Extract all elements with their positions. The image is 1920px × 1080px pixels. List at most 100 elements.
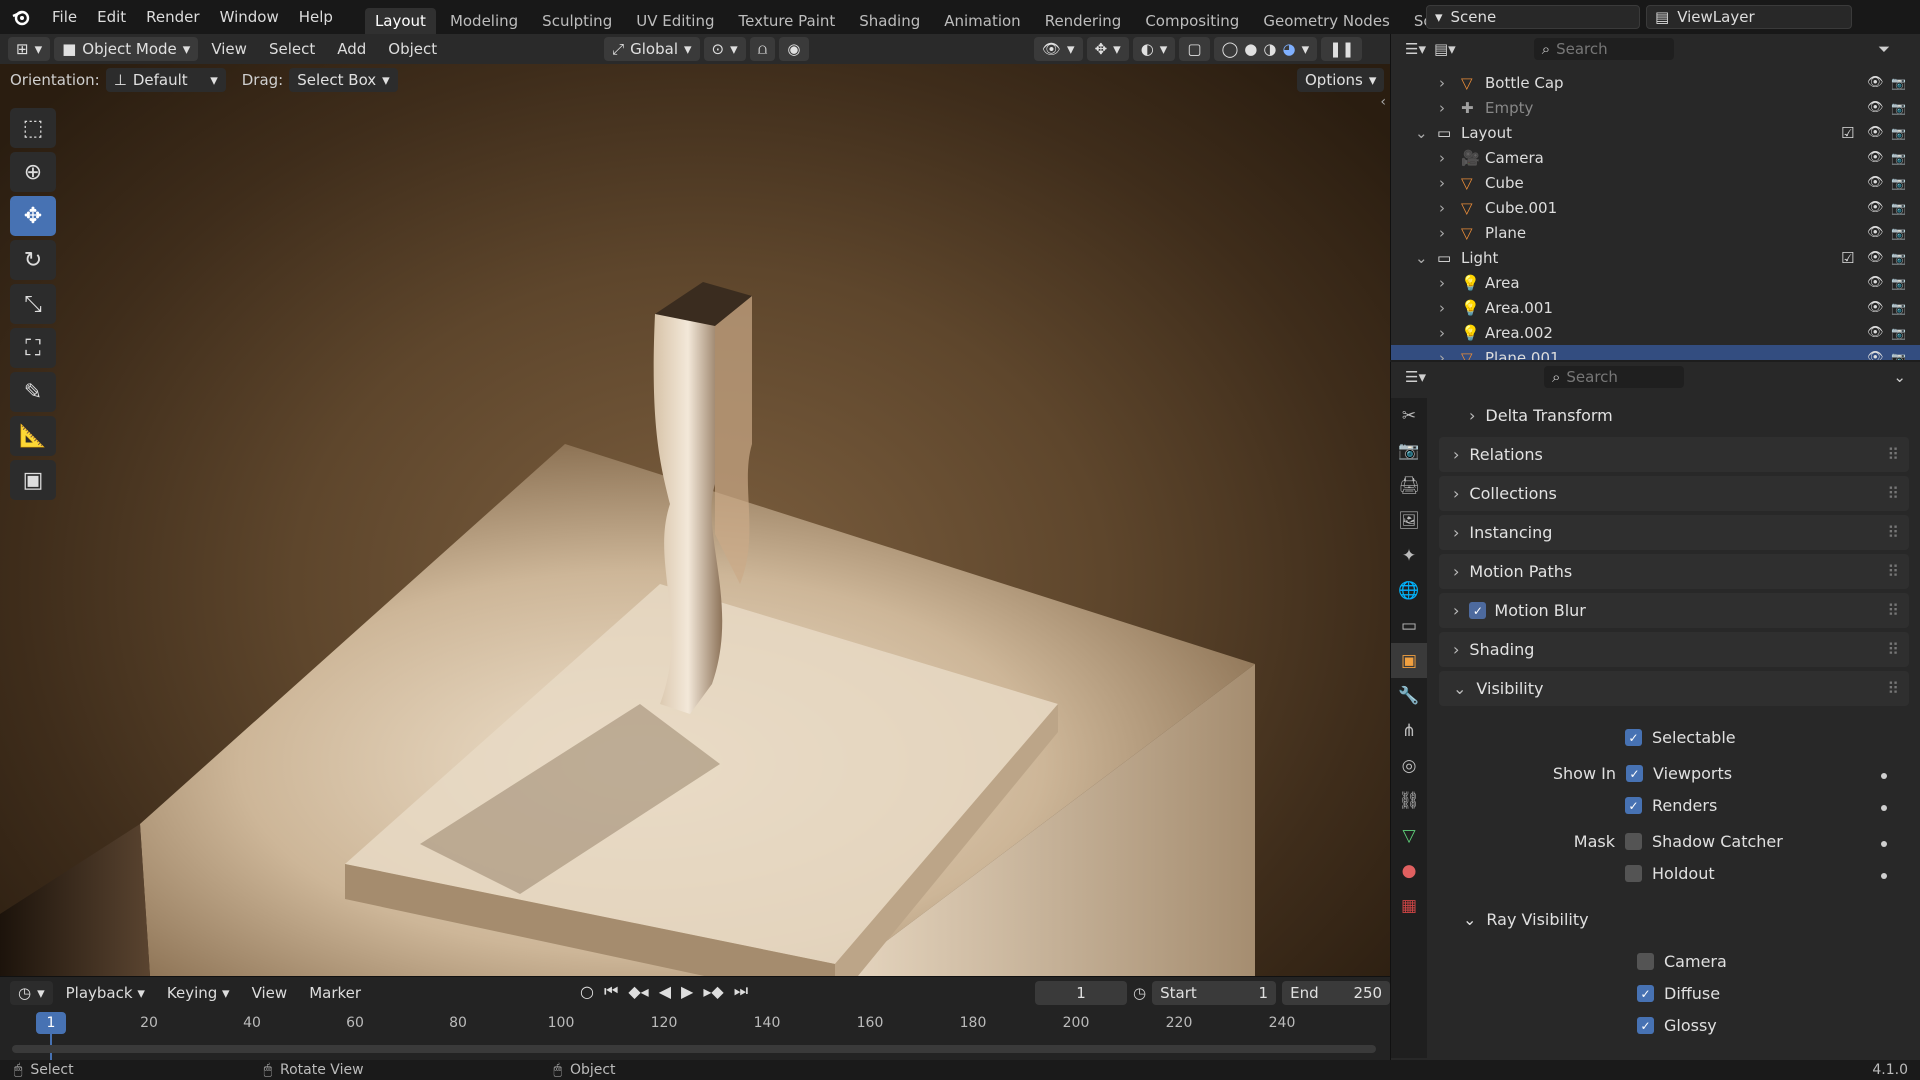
orientation-dropdown[interactable]: ⊥ Default ▾ (105, 68, 226, 92)
eye-icon[interactable]: 👁 (1867, 150, 1884, 165)
glossy-ray-checkbox[interactable]: ✓ (1637, 1017, 1654, 1034)
chevron-right-icon[interactable]: › (1439, 299, 1461, 317)
renders-checkbox[interactable]: ✓ (1625, 797, 1642, 814)
start-frame-field[interactable]: Start 1 (1152, 981, 1277, 1005)
tab-texture-paint[interactable]: Texture Paint (728, 8, 845, 34)
panel-relations[interactable]: › Relations ⠿ (1439, 437, 1909, 472)
timeline-editor-type[interactable]: ◷ ▾ (10, 981, 53, 1005)
chevron-right-icon[interactable]: › (1439, 274, 1461, 292)
object-tab-icon[interactable]: ▣ (1391, 643, 1427, 678)
outliner-row[interactable]: › ▽ Plane.001 👁 📷 (1391, 345, 1920, 360)
marker-menu[interactable]: Marker (300, 984, 370, 1002)
chevron-right-icon[interactable]: › (1439, 199, 1461, 217)
menu-file[interactable]: File (42, 0, 87, 34)
shadow-catcher-checkbox[interactable] (1625, 833, 1642, 850)
panel-delta-transform[interactable]: › Delta Transform (1439, 398, 1909, 433)
diffuse-ray-checkbox[interactable]: ✓ (1637, 985, 1654, 1002)
eye-icon[interactable]: 👁 (1867, 350, 1884, 360)
snap-toggle[interactable]: ⩍ (749, 37, 776, 61)
diffuse-ray-row[interactable]: ✓ Diffuse (1637, 984, 1720, 1003)
sidebar-toggle-icon[interactable]: ‹ (1380, 94, 1386, 110)
menu-help[interactable]: Help (289, 0, 343, 34)
timeline-view-menu[interactable]: View (243, 984, 297, 1002)
options-dropdown[interactable]: Options ▾ (1297, 68, 1385, 92)
filter-icon[interactable]: ⏷ (1878, 40, 1890, 58)
outliner-search-input[interactable]: ⌕ Search (1533, 38, 1674, 60)
chevron-right-icon[interactable]: › (1439, 74, 1461, 92)
chevron-right-icon[interactable]: › (1439, 174, 1461, 192)
pivot-selector[interactable]: ⊙ ▾ (703, 37, 746, 61)
physics-tab-icon[interactable]: ◎ (1391, 748, 1427, 783)
viewports-row[interactable]: Show In ✓ Viewports (1546, 764, 1732, 783)
play-icon[interactable]: ▶ (681, 982, 693, 1001)
holdout-checkbox[interactable] (1625, 865, 1642, 882)
glossy-ray-row[interactable]: ✓ Glossy (1637, 1016, 1717, 1035)
wireframe-shading-icon[interactable]: ◯ (1222, 40, 1239, 58)
chevron-down-icon[interactable]: ⌄ (1415, 249, 1437, 267)
collection-tab-icon[interactable]: ▭ (1391, 608, 1427, 643)
render-camera-icon[interactable]: 📷 (1891, 301, 1906, 315)
transform-tool-icon[interactable]: ⛶ (10, 328, 56, 368)
viewports-checkbox[interactable]: ✓ (1626, 765, 1643, 782)
scene-tab-icon[interactable]: ✦ (1391, 538, 1427, 573)
keyframe-dot[interactable] (1881, 873, 1887, 879)
properties-search-input[interactable]: ⌕ Search (1543, 366, 1684, 388)
eye-icon[interactable]: 👁 (1867, 125, 1884, 140)
chevron-right-icon[interactable]: › (1439, 349, 1461, 361)
view-layer-selector[interactable]: ▤ ViewLayer (1646, 5, 1852, 29)
render-camera-icon[interactable]: 📷 (1891, 151, 1906, 165)
select-box-tool-icon[interactable]: ⬚ (10, 108, 56, 148)
chevron-right-icon[interactable]: › (1439, 99, 1461, 117)
object-menu[interactable]: Object (379, 40, 446, 58)
panel-visibility[interactable]: ⌄ Visibility ⠿ (1439, 671, 1909, 706)
3d-viewport[interactable]: ‹ (0, 64, 1390, 976)
panel-motion-paths[interactable]: › Motion Paths ⠿ (1439, 554, 1909, 589)
drag-handle-icon[interactable]: ⠿ (1887, 601, 1899, 620)
keyframe-dot[interactable] (1881, 805, 1887, 811)
selectable-checkbox[interactable]: ✓ (1625, 729, 1642, 746)
drag-dropdown[interactable]: Select Box ▾ (289, 68, 398, 92)
cursor-tool-icon[interactable]: ⊕ (10, 152, 56, 192)
annotate-tool-icon[interactable]: ✎ (10, 372, 56, 412)
keying-menu[interactable]: Keying ▾ (158, 984, 239, 1002)
rotate-tool-icon[interactable]: ↻ (10, 240, 56, 280)
gizmo-toggle[interactable]: ✥ ▾ (1086, 37, 1129, 61)
shadow-catcher-row[interactable]: Mask Shadow Catcher (1567, 832, 1783, 851)
render-camera-icon[interactable]: 📷 (1891, 251, 1906, 265)
constraints-tab-icon[interactable]: ⛓ (1391, 783, 1427, 818)
blender-logo-icon[interactable] (0, 7, 42, 27)
rendered-shading-icon[interactable]: ◕ (1282, 40, 1295, 58)
playback-menu[interactable]: Playback ▾ (57, 984, 154, 1002)
render-camera-icon[interactable]: 📷 (1891, 101, 1906, 115)
panel-instancing[interactable]: › Instancing ⠿ (1439, 515, 1909, 550)
scene-selector[interactable]: ▾ Scene (1426, 5, 1640, 29)
menu-render[interactable]: Render (136, 0, 209, 34)
tab-rendering[interactable]: Rendering (1035, 8, 1132, 34)
material-shading-icon[interactable]: ◑ (1263, 40, 1276, 58)
outliner-row[interactable]: ⌄ ▭ Light ☑ 👁 📷 (1391, 245, 1920, 270)
add-cube-tool-icon[interactable]: ▣ (10, 460, 56, 500)
data-tab-icon[interactable]: ▽ (1391, 818, 1427, 853)
modifier-tab-icon[interactable]: 🔧 (1391, 678, 1427, 713)
panel-motion-blur[interactable]: › ✓ Motion Blur ⠿ (1439, 593, 1909, 628)
chevron-right-icon[interactable]: › (1439, 149, 1461, 167)
render-camera-icon[interactable]: 📷 (1891, 326, 1906, 340)
current-frame-field[interactable]: 1 (1035, 981, 1127, 1005)
tab-geometry-nodes[interactable]: Geometry Nodes (1253, 8, 1400, 34)
collection-include-checkbox[interactable]: ☑ (1841, 249, 1854, 267)
move-tool-icon[interactable]: ✥ (10, 196, 56, 236)
select-menu[interactable]: Select (260, 40, 324, 58)
end-frame-field[interactable]: End 250 (1282, 981, 1391, 1005)
material-tab-icon[interactable]: ● (1391, 853, 1427, 888)
eye-icon[interactable]: 👁 (1867, 325, 1884, 340)
record-icon[interactable]: ○ (580, 982, 594, 1001)
eye-icon[interactable]: 👁 (1867, 275, 1884, 290)
render-camera-icon[interactable]: 📷 (1891, 76, 1906, 90)
drag-handle-icon[interactable]: ⠿ (1887, 562, 1899, 581)
render-tab-icon[interactable]: 📷 (1391, 433, 1427, 468)
drag-handle-icon[interactable]: ⠿ (1887, 523, 1899, 542)
properties-editor-icon[interactable]: ☰▾ (1405, 368, 1426, 386)
ray-visibility-header[interactable]: ⌄ Ray Visibility (1463, 910, 1589, 929)
outliner-row[interactable]: › ✚ Empty 👁 📷 (1391, 95, 1920, 120)
play-reverse-icon[interactable]: ◀ (659, 982, 671, 1001)
